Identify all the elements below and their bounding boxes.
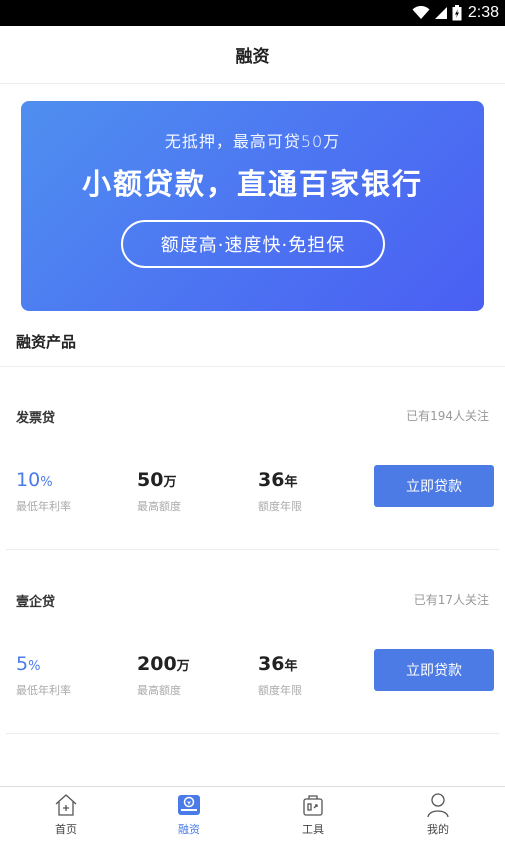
rate-label: 最低年利率 xyxy=(16,500,71,513)
apply-loan-button[interactable]: 立即贷款 xyxy=(374,649,494,691)
banner-title: 小额贷款，直通百家银行 xyxy=(81,167,423,201)
user-icon xyxy=(425,792,451,818)
stat-amount: 50万 最高额度 xyxy=(137,469,181,514)
product-card: 发票贷 已有194人关注 10% 最低年利率 50万 最高额度 36年 额度年限… xyxy=(0,407,505,527)
section-title: 融资产品 xyxy=(16,333,77,351)
tab-home[interactable]: 首页 xyxy=(3,787,129,843)
tab-label: 融资 xyxy=(178,823,200,836)
section-divider xyxy=(0,366,505,367)
term-value: 36年 xyxy=(258,469,298,491)
status-bar: 2:38 xyxy=(0,0,505,26)
status-time: 2:38 xyxy=(467,4,499,21)
term-value: 36年 xyxy=(258,653,298,675)
term-label: 额度年限 xyxy=(258,684,302,697)
product-divider xyxy=(6,549,499,550)
stat-rate: 5% 最低年利率 xyxy=(16,653,71,698)
tab-label: 首页 xyxy=(55,823,77,836)
tab-finance[interactable]: 融资 xyxy=(126,787,252,843)
amount-value: 200万 xyxy=(137,653,190,675)
tab-tools[interactable]: 工具 xyxy=(250,787,376,843)
promo-banner[interactable]: 无抵押，最高可贷50万 小额贷款，直通百家银行 额度高·速度快·免担保 xyxy=(21,101,484,311)
rate-label: 最低年利率 xyxy=(16,684,71,697)
page-title: 融资 xyxy=(235,47,270,67)
product-followers: 已有17人关注 xyxy=(413,593,489,607)
amount-value: 50万 xyxy=(137,469,177,491)
stat-rate: 10% 最低年利率 xyxy=(16,469,71,514)
rate-value: 10% xyxy=(16,469,53,491)
tab-profile[interactable]: 我的 xyxy=(375,787,501,843)
apply-loan-button[interactable]: 立即贷款 xyxy=(374,465,494,507)
tab-label: 工具 xyxy=(302,823,324,836)
bottom-tab-bar: 首页 融资 工具 我的 xyxy=(0,786,505,843)
amount-label: 最高额度 xyxy=(137,684,181,697)
product-followers: 已有194人关注 xyxy=(406,409,489,423)
battery-icon xyxy=(452,5,462,21)
term-label: 额度年限 xyxy=(258,500,302,513)
amount-label: 最高额度 xyxy=(137,500,181,513)
home-icon xyxy=(53,792,79,818)
banner-subtitle: 无抵押，最高可贷50万 xyxy=(164,132,341,151)
product-divider xyxy=(6,733,499,734)
tools-icon xyxy=(300,792,326,818)
product-name: 发票贷 xyxy=(16,411,56,426)
rate-value: 5% xyxy=(16,653,41,675)
stat-term: 36年 额度年限 xyxy=(258,469,302,514)
product-card: 壹企贷 已有17人关注 5% 最低年利率 200万 最高额度 36年 额度年限 … xyxy=(0,591,505,711)
product-name: 壹企贷 xyxy=(16,595,56,610)
finance-icon xyxy=(176,792,202,818)
tab-label: 我的 xyxy=(427,823,449,836)
banner-pill: 额度高·速度快·免担保 xyxy=(121,220,385,268)
status-icons: 2:38 xyxy=(412,3,499,23)
wifi-icon xyxy=(412,6,430,19)
nav-bar: 融资 xyxy=(0,26,505,84)
stat-amount: 200万 最高额度 xyxy=(137,653,190,698)
stat-term: 36年 额度年限 xyxy=(258,653,302,698)
signal-icon xyxy=(434,7,447,19)
